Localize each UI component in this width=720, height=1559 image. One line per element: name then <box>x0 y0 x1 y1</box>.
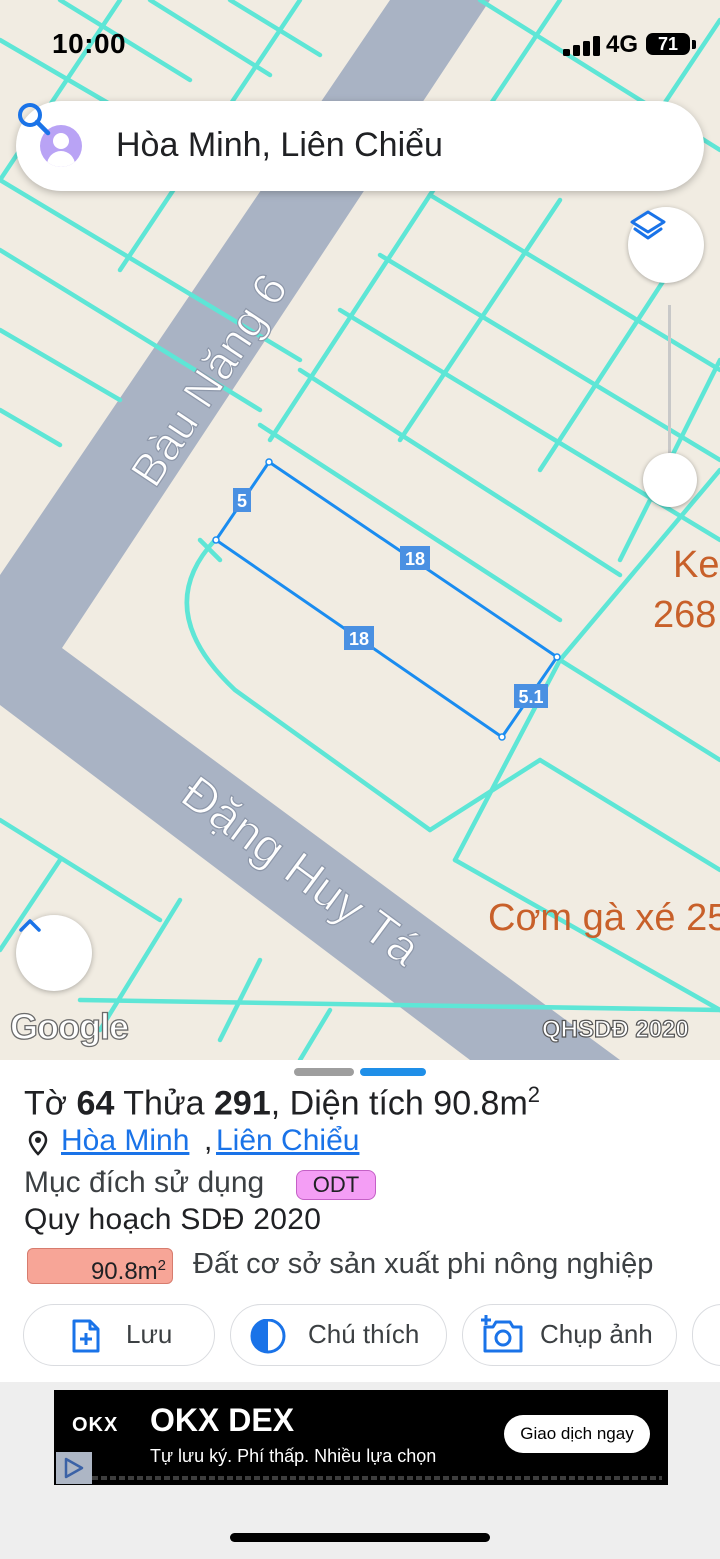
ad-choices-icon[interactable] <box>56 1452 92 1484</box>
legend-button[interactable]: Chú thích <box>230 1304 447 1366</box>
purpose-code-badge: ODT <box>296 1170 376 1200</box>
sheet-handle-active[interactable] <box>360 1068 426 1076</box>
street-label-dang-huy-ta: Đặng Huy Tá <box>171 766 429 976</box>
save-label: Lưu <box>126 1319 173 1349</box>
ad-logo: OKX <box>72 1414 119 1436</box>
capture-button[interactable]: Chụp ảnh <box>462 1304 677 1366</box>
save-button[interactable]: Lưu <box>23 1304 215 1366</box>
ad-cta-button[interactable]: Giao dịch ngay <box>504 1415 650 1453</box>
parcel-edge-length-label: 18 <box>349 629 369 649</box>
parcel-edge-length-label: 5.1 <box>518 687 543 707</box>
ad-title: OKX DEX <box>150 1402 295 1438</box>
parcel-edge-length-label: 18 <box>405 549 425 569</box>
map-view[interactable]: 5 18 18 5.1 Bàu Năng 6 Đặng Huy Tá Ke 26… <box>0 0 720 1060</box>
layers-button[interactable] <box>628 207 704 283</box>
camera-plus-icon <box>481 1315 523 1353</box>
ad-creative[interactable]: OKX OKX DEX Tự lưu ký. Phí thấp. Nhiều l… <box>54 1390 668 1485</box>
capture-label: Chụp ảnh <box>540 1319 653 1349</box>
legend-icon <box>250 1319 286 1354</box>
home-indicator[interactable] <box>230 1533 490 1542</box>
search-input[interactable]: Hòa Minh, Liên Chiểu <box>116 126 443 165</box>
purpose-label: Mục đích sử dụng <box>24 1166 265 1199</box>
plan-land-type: Đất cơ sở sản xuất phi nông nghiệp <box>193 1248 654 1280</box>
plan-area-badge: 90.8m2 <box>27 1248 173 1285</box>
location-separator: , <box>204 1124 213 1157</box>
poi-label[interactable]: Cơm gà xé 25 <box>488 897 720 939</box>
signal-strength-icon <box>563 36 601 56</box>
poi-label[interactable]: Ke <box>673 544 719 586</box>
google-logo: Google <box>9 1005 129 1047</box>
plan-title: Quy hoạch SDĐ 2020 <box>24 1203 322 1236</box>
sheet-handle[interactable] <box>294 1068 354 1076</box>
ad-disclaimer <box>92 1476 662 1480</box>
ad-subtitle: Tự lưu ký. Phí thấp. Nhiều lựa chọn <box>150 1446 437 1466</box>
ward-link[interactable]: Hòa Minh <box>61 1124 189 1158</box>
search-icon[interactable] <box>16 101 52 137</box>
poi-label[interactable]: 268 <box>653 594 716 636</box>
layer-label: QHSDĐ 2020 <box>541 1015 689 1043</box>
battery-tip <box>692 40 696 49</box>
parcel-title: Tờ 64 Thửa 291, Diện tích 90.8m2 <box>24 1082 541 1123</box>
search-bar[interactable]: Hòa Minh, Liên Chiểu <box>16 101 704 191</box>
location-pin-icon <box>28 1130 48 1156</box>
status-bar: 10:00 4G 71 <box>0 0 720 90</box>
more-actions-button[interactable] <box>692 1304 720 1366</box>
battery-icon: 71 <box>646 33 690 55</box>
parcel-edge-length-label: 5 <box>237 491 247 511</box>
status-time: 10:00 <box>52 28 127 59</box>
layers-icon <box>630 210 666 240</box>
chevron-up-icon <box>19 919 41 932</box>
legend-label: Chú thích <box>308 1319 420 1349</box>
add-document-icon <box>72 1319 100 1353</box>
district-link[interactable]: Liên Chiểu <box>216 1124 359 1158</box>
parcel-info-sheet[interactable]: Tờ 64 Thửa 291, Diện tích 90.8m2 Hòa Min… <box>0 1060 720 1382</box>
expand-button[interactable] <box>16 915 92 991</box>
network-type: 4G <box>606 31 639 58</box>
ad-banner[interactable]: OKX OKX DEX Tự lưu ký. Phí thấp. Nhiều l… <box>0 1382 720 1559</box>
opacity-slider-thumb[interactable] <box>643 453 697 507</box>
